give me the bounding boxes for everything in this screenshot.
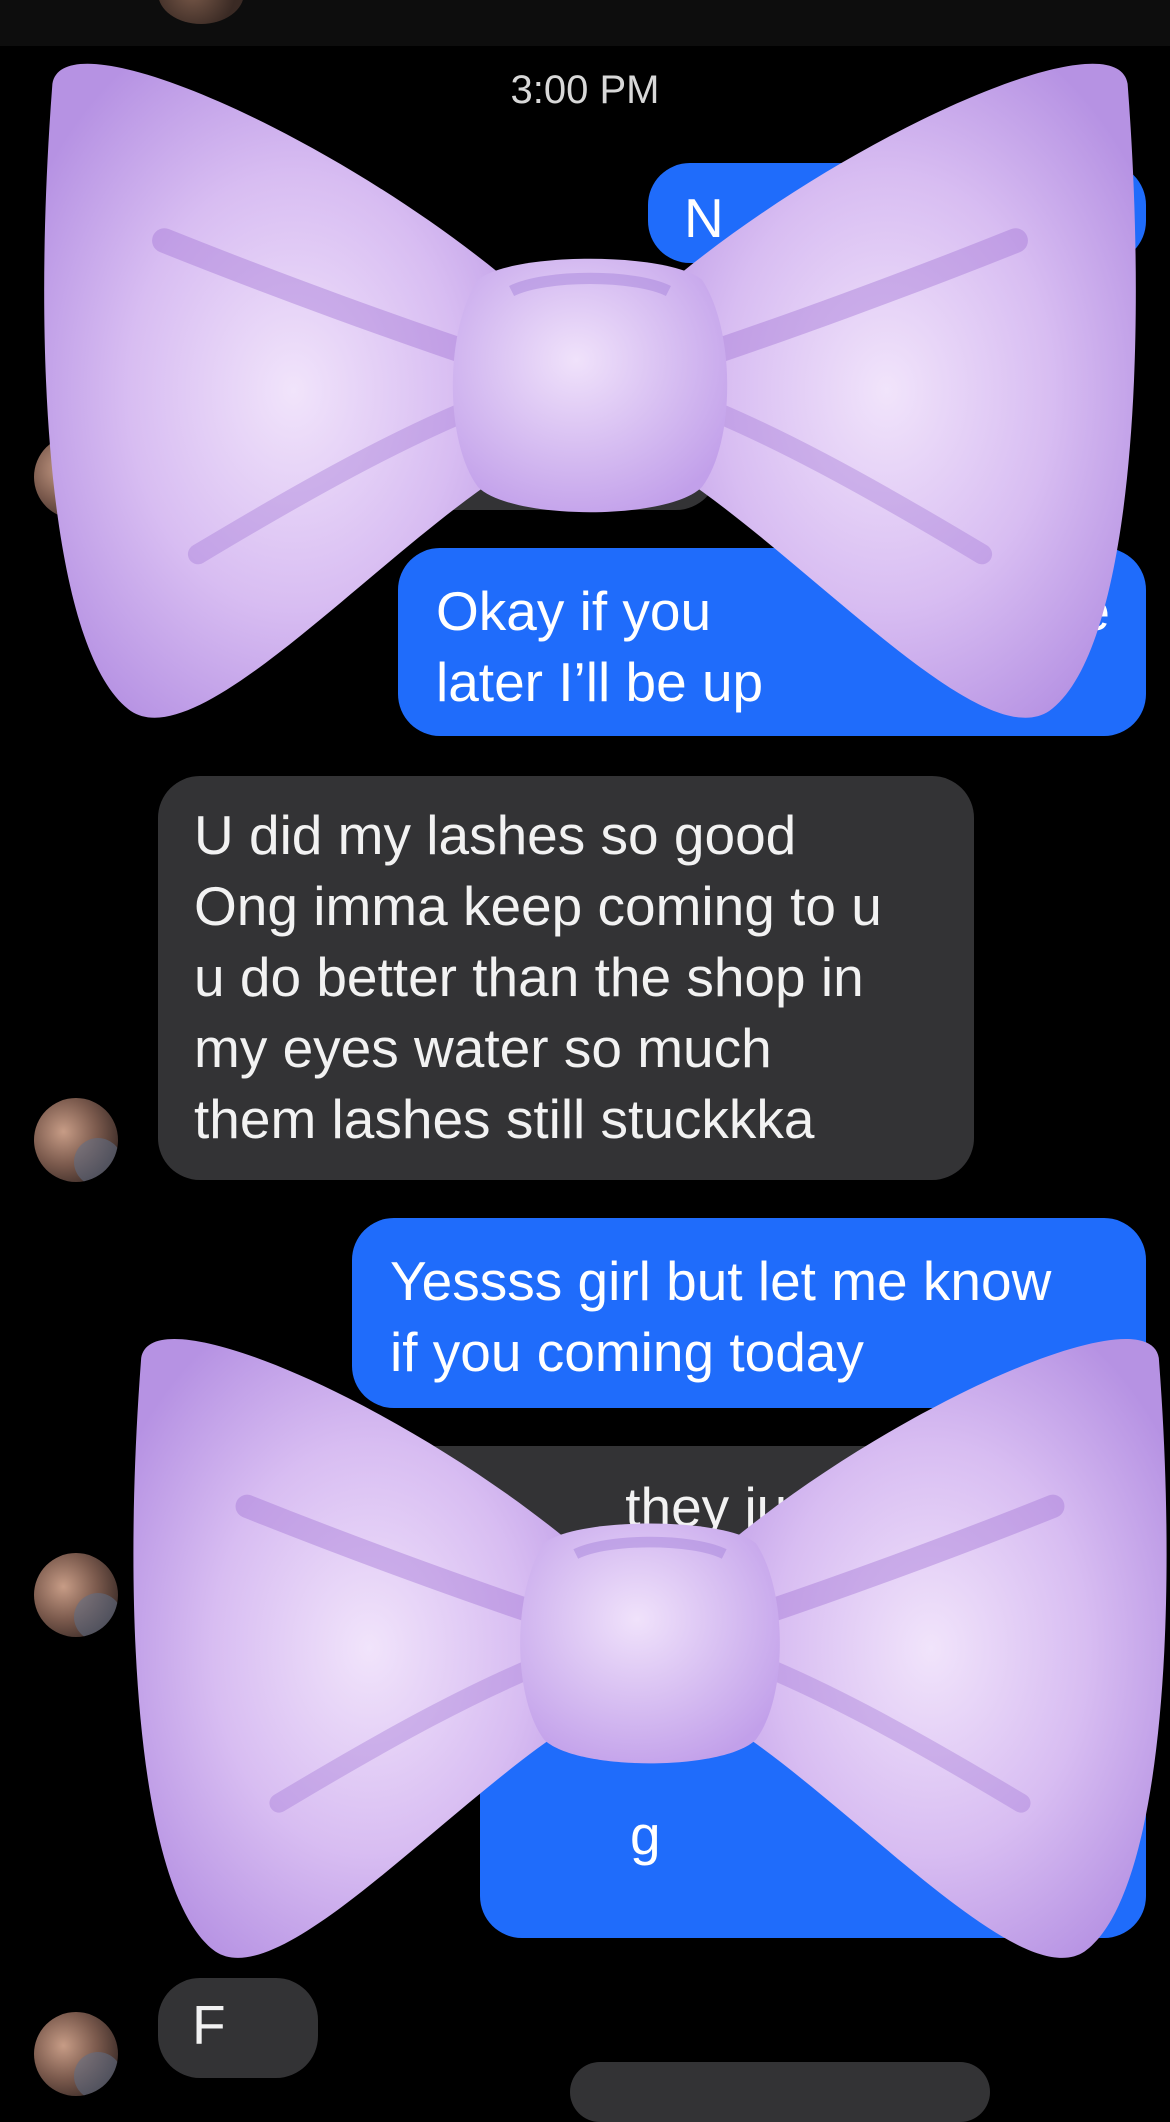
message-text-line: u do better than the shop in [194, 946, 864, 1008]
contact-avatar[interactable] [34, 2012, 118, 2096]
contact-avatar[interactable] [158, 0, 244, 24]
message-text-line: later I’ll be up [436, 651, 764, 713]
contact-avatar[interactable] [34, 435, 118, 519]
outgoing-message[interactable]: g [480, 1720, 1146, 1938]
message-text-line: my eyes water so much [194, 1017, 772, 1079]
message-text: F [192, 1994, 226, 2056]
message-text-line: if you coming today [390, 1321, 864, 1383]
message-text-line: them lashes still stuckkka [194, 1088, 815, 1150]
message-text-line: e [1079, 580, 1110, 642]
message-timestamp: 3:00 PM [510, 68, 660, 112]
message-text-line: Yessss girl but let me know [390, 1250, 1052, 1312]
incoming-message[interactable] [570, 2062, 990, 2122]
contact-avatar[interactable] [34, 1553, 118, 1637]
message-text: they just told [625, 1476, 934, 1538]
outgoing-message[interactable]: Okay if you e later I’ll be up [398, 548, 1146, 736]
outgoing-message[interactable]: N [648, 163, 1146, 263]
top-bar [0, 0, 1170, 46]
message-text-line: Ong imma keep coming to u [194, 875, 882, 937]
incoming-message[interactable]: they just told [158, 1446, 974, 1626]
message-text-line: Okay if you [436, 580, 712, 642]
message-text: N [684, 187, 724, 249]
incoming-message[interactable]: F [158, 1978, 318, 2078]
outgoing-message[interactable]: Yessss girl but let me know if you comin… [352, 1218, 1146, 1408]
message-text-line: U did my lashes so good [194, 804, 797, 866]
incoming-message[interactable]: U did my lashes so good Ong imma keep co… [158, 776, 974, 1180]
message-text: g [630, 1804, 661, 1866]
incoming-message[interactable] [158, 420, 718, 510]
contact-avatar[interactable] [34, 1098, 118, 1182]
